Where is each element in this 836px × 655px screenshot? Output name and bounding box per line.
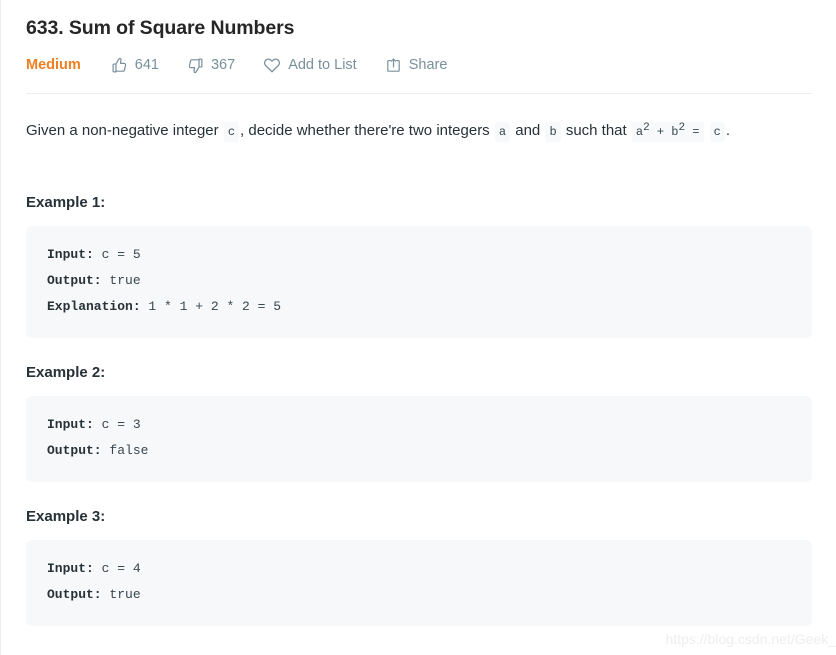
inline-code-c-2: c xyxy=(709,122,725,142)
thumbs-up-icon xyxy=(111,57,128,74)
example-3-heading: Example 3: xyxy=(26,508,106,525)
code-value: true xyxy=(101,587,141,602)
code-key: Input: xyxy=(47,247,94,262)
code-value: c = 4 xyxy=(93,561,141,576)
thumbs-up-button[interactable]: 641 xyxy=(111,57,159,74)
example-2-code-block: Input: c = 3 Output: false xyxy=(26,396,812,482)
code-value: true xyxy=(101,273,141,288)
formula-plus: + xyxy=(649,125,672,139)
action-bar: Medium 641 367 Add to List Share xyxy=(26,50,812,80)
description-text-1: Given a non-negative integer xyxy=(26,122,219,139)
code-value: c = 3 xyxy=(93,417,141,432)
share-button[interactable]: Share xyxy=(385,57,448,74)
code-key: Input: xyxy=(47,417,94,432)
code-line: Explanation: 1 * 1 + 2 * 2 = 5 xyxy=(47,294,792,320)
thumbs-down-count: 367 xyxy=(210,57,236,73)
share-label: Share xyxy=(408,57,448,73)
problem-content: 633. Sum of Square Numbers Medium 641 36… xyxy=(1,0,836,626)
inline-code-c: c xyxy=(223,122,240,142)
heart-icon xyxy=(263,56,281,74)
code-value: c = 5 xyxy=(93,247,141,262)
example-1-code-block: Input: c = 5 Output: true Explanation: 1… xyxy=(26,226,812,338)
code-key: Output: xyxy=(47,443,102,458)
problem-page: 633. Sum of Square Numbers Medium 641 36… xyxy=(0,0,836,655)
description-text-5: . xyxy=(725,122,731,139)
code-key: Output: xyxy=(47,587,102,602)
formula-a: a xyxy=(635,125,644,139)
code-line: Input: c = 3 xyxy=(47,412,792,438)
code-line: Output: true xyxy=(47,582,792,608)
inline-code-b: b xyxy=(545,122,561,142)
description-text-2: , decide whether there're two integers xyxy=(240,122,490,139)
code-line: Output: true xyxy=(47,268,792,294)
code-line: Input: c = 4 xyxy=(47,556,792,582)
problem-description: Given a non-negative integer c, decide w… xyxy=(26,116,812,147)
page-title: 633. Sum of Square Numbers xyxy=(26,17,295,39)
add-to-list-button[interactable]: Add to List xyxy=(263,56,357,74)
add-to-list-label: Add to List xyxy=(288,57,357,73)
formula-equals: = xyxy=(685,125,700,139)
description-text-4: such that xyxy=(565,122,627,139)
thumbs-down-icon xyxy=(187,57,204,74)
code-line: Input: c = 5 xyxy=(47,242,792,268)
thumbs-up-count: 641 xyxy=(134,57,159,73)
share-icon xyxy=(385,57,402,74)
example-1-heading: Example 1: xyxy=(26,194,106,211)
inline-code-formula: a2 + b2 = xyxy=(631,122,704,142)
code-value: 1 * 1 + 2 * 2 = 5 xyxy=(140,299,282,314)
header-divider xyxy=(26,93,812,94)
code-key: Explanation: xyxy=(47,299,141,314)
example-3-code-block: Input: c = 4 Output: true xyxy=(26,540,812,626)
code-key: Output: xyxy=(47,273,102,288)
description-text-3: and xyxy=(515,122,541,139)
example-2-heading: Example 2: xyxy=(26,364,106,381)
difficulty-badge: Medium xyxy=(26,57,81,73)
thumbs-down-button[interactable]: 367 xyxy=(187,57,235,74)
watermark: https://blog.csdn.net/Geek_ xyxy=(665,631,836,647)
code-line: Output: false xyxy=(47,438,792,464)
code-value: false xyxy=(101,443,149,458)
code-key: Input: xyxy=(47,561,94,576)
formula-exponent-a: 2 xyxy=(643,122,650,134)
inline-code-a: a xyxy=(494,122,511,142)
